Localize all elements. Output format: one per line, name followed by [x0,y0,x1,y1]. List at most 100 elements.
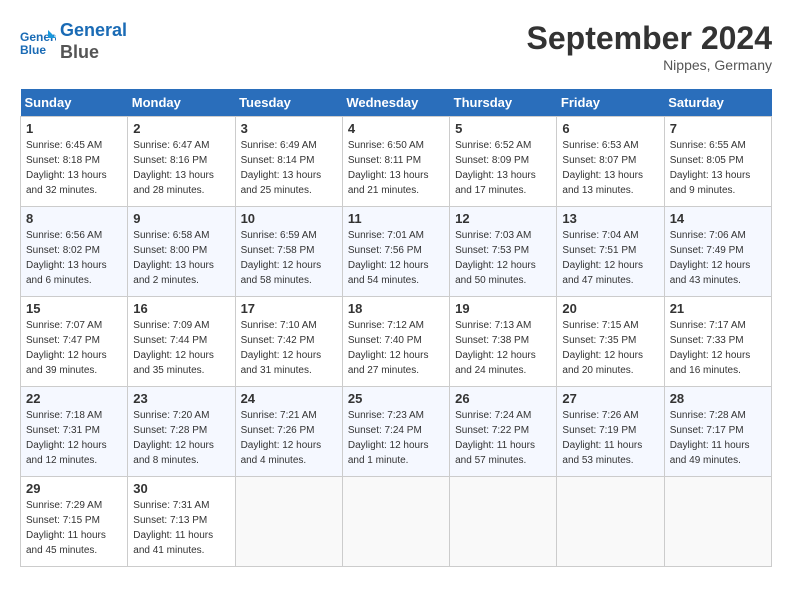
day-number: 6 [562,121,658,136]
day-info: Sunrise: 6:50 AMSunset: 8:11 PMDaylight:… [348,138,444,198]
day-number: 2 [133,121,229,136]
day-number: 23 [133,391,229,406]
calendar-cell: 12 Sunrise: 7:03 AMSunset: 7:53 PMDayligh… [450,207,557,297]
day-number: 19 [455,301,551,316]
day-number: 8 [26,211,122,226]
calendar-cell: 5 Sunrise: 6:52 AMSunset: 8:09 PMDaylight… [450,117,557,207]
day-info: Sunrise: 7:07 AMSunset: 7:47 PMDaylight:… [26,318,122,378]
day-number: 9 [133,211,229,226]
day-number: 22 [26,391,122,406]
day-number: 15 [26,301,122,316]
calendar-week-row: 8Sunrise: 6:56 AMSunset: 8:02 PMDaylight… [21,207,772,297]
day-info: Sunrise: 7:17 AMSunset: 7:33 PMDaylight:… [670,318,766,378]
calendar-table: SundayMondayTuesdayWednesdayThursdayFrid… [20,89,772,567]
day-number: 30 [133,481,229,496]
day-header-wednesday: Wednesday [342,89,449,117]
calendar-cell: 7Sunrise: 6:55 AMSunset: 8:05 PMDaylight… [664,117,771,207]
calendar-cell: 15 Sunrise: 7:07 AMSunset: 7:47 PMDayligh… [21,297,128,387]
calendar-cell: 25Sunrise: 7:23 AMSunset: 7:24 PMDayligh… [342,387,449,477]
day-header-friday: Friday [557,89,664,117]
calendar-cell: 18 Sunrise: 7:12 AMSunset: 7:40 PMDayligh… [342,297,449,387]
calendar-cell: 14Sunrise: 7:06 AMSunset: 7:49 PMDayligh… [664,207,771,297]
page-header: General Blue GeneralBlue September 2024 … [20,20,772,73]
day-header-thursday: Thursday [450,89,557,117]
calendar-cell: 27 Sunrise: 7:26 AMSunset: 7:19 PMDayligh… [557,387,664,477]
calendar-cell: 17 Sunrise: 7:10 AMSunset: 7:42 PMDayligh… [235,297,342,387]
calendar-cell [235,477,342,567]
day-info: Sunrise: 6:47 AMSunset: 8:16 PMDaylight:… [133,138,229,198]
day-info: Sunrise: 7:03 AMSunset: 7:53 PMDaylight:… [455,228,551,288]
day-number: 7 [670,121,766,136]
calendar-cell: 23 Sunrise: 7:20 AMSunset: 7:28 PMDayligh… [128,387,235,477]
day-number: 11 [348,211,444,226]
calendar-cell: 28 Sunrise: 7:28 AMSunset: 7:17 PMDayligh… [664,387,771,477]
day-number: 10 [241,211,337,226]
location-subtitle: Nippes, Germany [527,57,772,73]
day-info: Sunrise: 7:09 AMSunset: 7:44 PMDaylight:… [133,318,229,378]
calendar-cell: 20 Sunrise: 7:15 AMSunset: 7:35 PMDayligh… [557,297,664,387]
calendar-cell: 13Sunrise: 7:04 AMSunset: 7:51 PMDayligh… [557,207,664,297]
calendar-cell: 26Sunrise: 7:24 AMSunset: 7:22 PMDayligh… [450,387,557,477]
day-number: 1 [26,121,122,136]
day-info: Sunrise: 7:26 AMSunset: 7:19 PMDaylight:… [562,408,658,468]
day-info: Sunrise: 7:15 AMSunset: 7:35 PMDaylight:… [562,318,658,378]
day-info: Sunrise: 6:53 AMSunset: 8:07 PMDaylight:… [562,138,658,198]
calendar-cell: 11 Sunrise: 7:01 AMSunset: 7:56 PMDayligh… [342,207,449,297]
calendar-cell: 6 Sunrise: 6:53 AMSunset: 8:07 PMDaylight… [557,117,664,207]
calendar-cell: 22 Sunrise: 7:18 AMSunset: 7:31 PMDayligh… [21,387,128,477]
day-info: Sunrise: 6:52 AMSunset: 8:09 PMDaylight:… [455,138,551,198]
day-info: Sunrise: 6:59 AMSunset: 7:58 PMDaylight:… [241,228,337,288]
day-info: Sunrise: 7:29 AMSunset: 7:15 PMDaylight:… [26,498,122,558]
calendar-cell: 9Sunrise: 6:58 AMSunset: 8:00 PMDaylight… [128,207,235,297]
day-header-monday: Monday [128,89,235,117]
day-number: 5 [455,121,551,136]
day-info: Sunrise: 7:31 AMSunset: 7:13 PMDaylight:… [133,498,229,558]
day-number: 27 [562,391,658,406]
day-info: Sunrise: 6:45 AMSunset: 8:18 PMDaylight:… [26,138,122,198]
day-number: 4 [348,121,444,136]
month-title: September 2024 [527,20,772,57]
day-header-saturday: Saturday [664,89,771,117]
day-info: Sunrise: 6:49 AMSunset: 8:14 PMDaylight:… [241,138,337,198]
calendar-cell [557,477,664,567]
day-number: 12 [455,211,551,226]
day-number: 28 [670,391,766,406]
svg-text:Blue: Blue [20,43,46,56]
day-info: Sunrise: 7:04 AMSunset: 7:51 PMDaylight:… [562,228,658,288]
day-info: Sunrise: 7:21 AMSunset: 7:26 PMDaylight:… [241,408,337,468]
calendar-header-row: SundayMondayTuesdayWednesdayThursdayFrid… [21,89,772,117]
day-number: 17 [241,301,337,316]
calendar-cell [342,477,449,567]
day-header-tuesday: Tuesday [235,89,342,117]
day-number: 20 [562,301,658,316]
calendar-week-row: 15 Sunrise: 7:07 AMSunset: 7:47 PMDayligh… [21,297,772,387]
day-number: 29 [26,481,122,496]
day-header-sunday: Sunday [21,89,128,117]
calendar-cell: 30 Sunrise: 7:31 AMSunset: 7:13 PMDayligh… [128,477,235,567]
calendar-cell [664,477,771,567]
day-info: Sunrise: 7:28 AMSunset: 7:17 PMDaylight:… [670,408,766,468]
calendar-cell: 21 Sunrise: 7:17 AMSunset: 7:33 PMDayligh… [664,297,771,387]
calendar-cell: 29 Sunrise: 7:29 AMSunset: 7:15 PMDayligh… [21,477,128,567]
day-info: Sunrise: 7:23 AMSunset: 7:24 PMDaylight:… [348,408,444,468]
calendar-cell: 4 Sunrise: 6:50 AMSunset: 8:11 PMDaylight… [342,117,449,207]
calendar-cell: 2 Sunrise: 6:47 AMSunset: 8:16 PMDaylight… [128,117,235,207]
calendar-cell: 16 Sunrise: 7:09 AMSunset: 7:44 PMDayligh… [128,297,235,387]
calendar-cell: 24 Sunrise: 7:21 AMSunset: 7:26 PMDayligh… [235,387,342,477]
day-info: Sunrise: 7:18 AMSunset: 7:31 PMDaylight:… [26,408,122,468]
logo: General Blue GeneralBlue [20,20,127,63]
day-info: Sunrise: 7:01 AMSunset: 7:56 PMDaylight:… [348,228,444,288]
day-info: Sunrise: 7:12 AMSunset: 7:40 PMDaylight:… [348,318,444,378]
day-number: 3 [241,121,337,136]
calendar-cell: 1 Sunrise: 6:45 AMSunset: 8:18 PMDaylight… [21,117,128,207]
day-number: 18 [348,301,444,316]
day-info: Sunrise: 7:24 AMSunset: 7:22 PMDaylight:… [455,408,551,468]
calendar-cell: 10 Sunrise: 6:59 AMSunset: 7:58 PMDayligh… [235,207,342,297]
day-info: Sunrise: 7:20 AMSunset: 7:28 PMDaylight:… [133,408,229,468]
title-block: September 2024 Nippes, Germany [527,20,772,73]
day-info: Sunrise: 7:10 AMSunset: 7:42 PMDaylight:… [241,318,337,378]
day-number: 21 [670,301,766,316]
day-info: Sunrise: 7:13 AMSunset: 7:38 PMDaylight:… [455,318,551,378]
day-number: 24 [241,391,337,406]
day-number: 16 [133,301,229,316]
